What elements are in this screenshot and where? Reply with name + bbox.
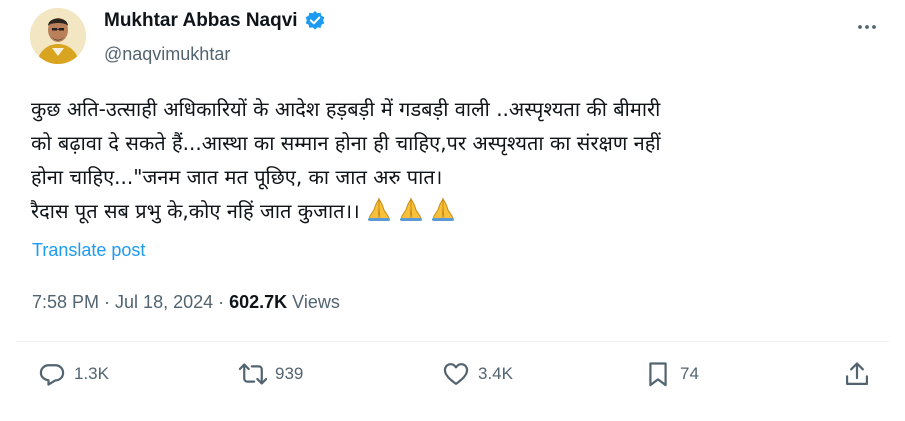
share-icon [845, 362, 869, 386]
post-date[interactable]: Jul 18, 2024 [115, 292, 213, 312]
reply-icon [39, 364, 65, 386]
like-count: 3.4K [478, 364, 513, 383]
like-button[interactable]: 3.4K [442, 360, 513, 388]
post-line: कुछ अति-उत्साही अधिकारियों के आदेश हड़बड… [31, 97, 661, 121]
meta-separator: · [99, 292, 116, 312]
post-time[interactable]: 7:58 PM [32, 292, 99, 312]
author-name[interactable]: Mukhtar Abbas Naqvi [104, 10, 298, 32]
meta-separator: · [213, 292, 230, 312]
repost-button[interactable]: 939 [239, 360, 303, 388]
author-handle[interactable]: @naqvimukhtar [104, 44, 230, 65]
bookmark-count: 74 [680, 364, 699, 383]
repost-icon [239, 363, 267, 385]
translate-post-link[interactable]: Translate post [32, 240, 145, 261]
repost-count: 939 [275, 364, 304, 383]
reply-count: 1.3K [74, 364, 109, 383]
post-text: कुछ अति-उत्साही अधिकारियों के आदेश हड़बड… [31, 92, 891, 228]
action-bar: 1.3K 939 3.4K 74 [0, 360, 905, 400]
views-count[interactable]: 602.7K [229, 292, 287, 312]
emoji-group [364, 196, 458, 222]
folded-hands-icon [396, 196, 426, 222]
folded-hands-icon [364, 196, 394, 222]
folded-hands-icon [428, 196, 458, 222]
more-options-icon[interactable] [852, 12, 882, 42]
post-line-last: रैदास पूत सब प्रभु के,कोए नहिं जात कुजात… [31, 194, 891, 228]
post-meta: 7:58 PM · Jul 18, 2024 · 602.7K Views [32, 292, 340, 313]
post-line: होना चाहिए..."जनम जात मत पूछिए, का जात अ… [31, 165, 443, 189]
divider [16, 341, 889, 342]
views-label: Views [287, 292, 340, 312]
bookmark-icon [649, 362, 667, 387]
bookmark-button[interactable]: 74 [644, 360, 699, 388]
share-button[interactable] [843, 360, 871, 388]
avatar[interactable] [30, 8, 86, 64]
post-line: को बढ़ावा दे सकते हैं...आस्था का सम्मान … [31, 131, 661, 155]
verified-badge-icon[interactable] [304, 10, 326, 32]
reply-button[interactable]: 1.3K [38, 360, 109, 388]
post-line: रैदास पूत सब प्रभु के,कोए नहिं जात कुजात… [31, 199, 360, 223]
heart-icon [443, 363, 469, 386]
